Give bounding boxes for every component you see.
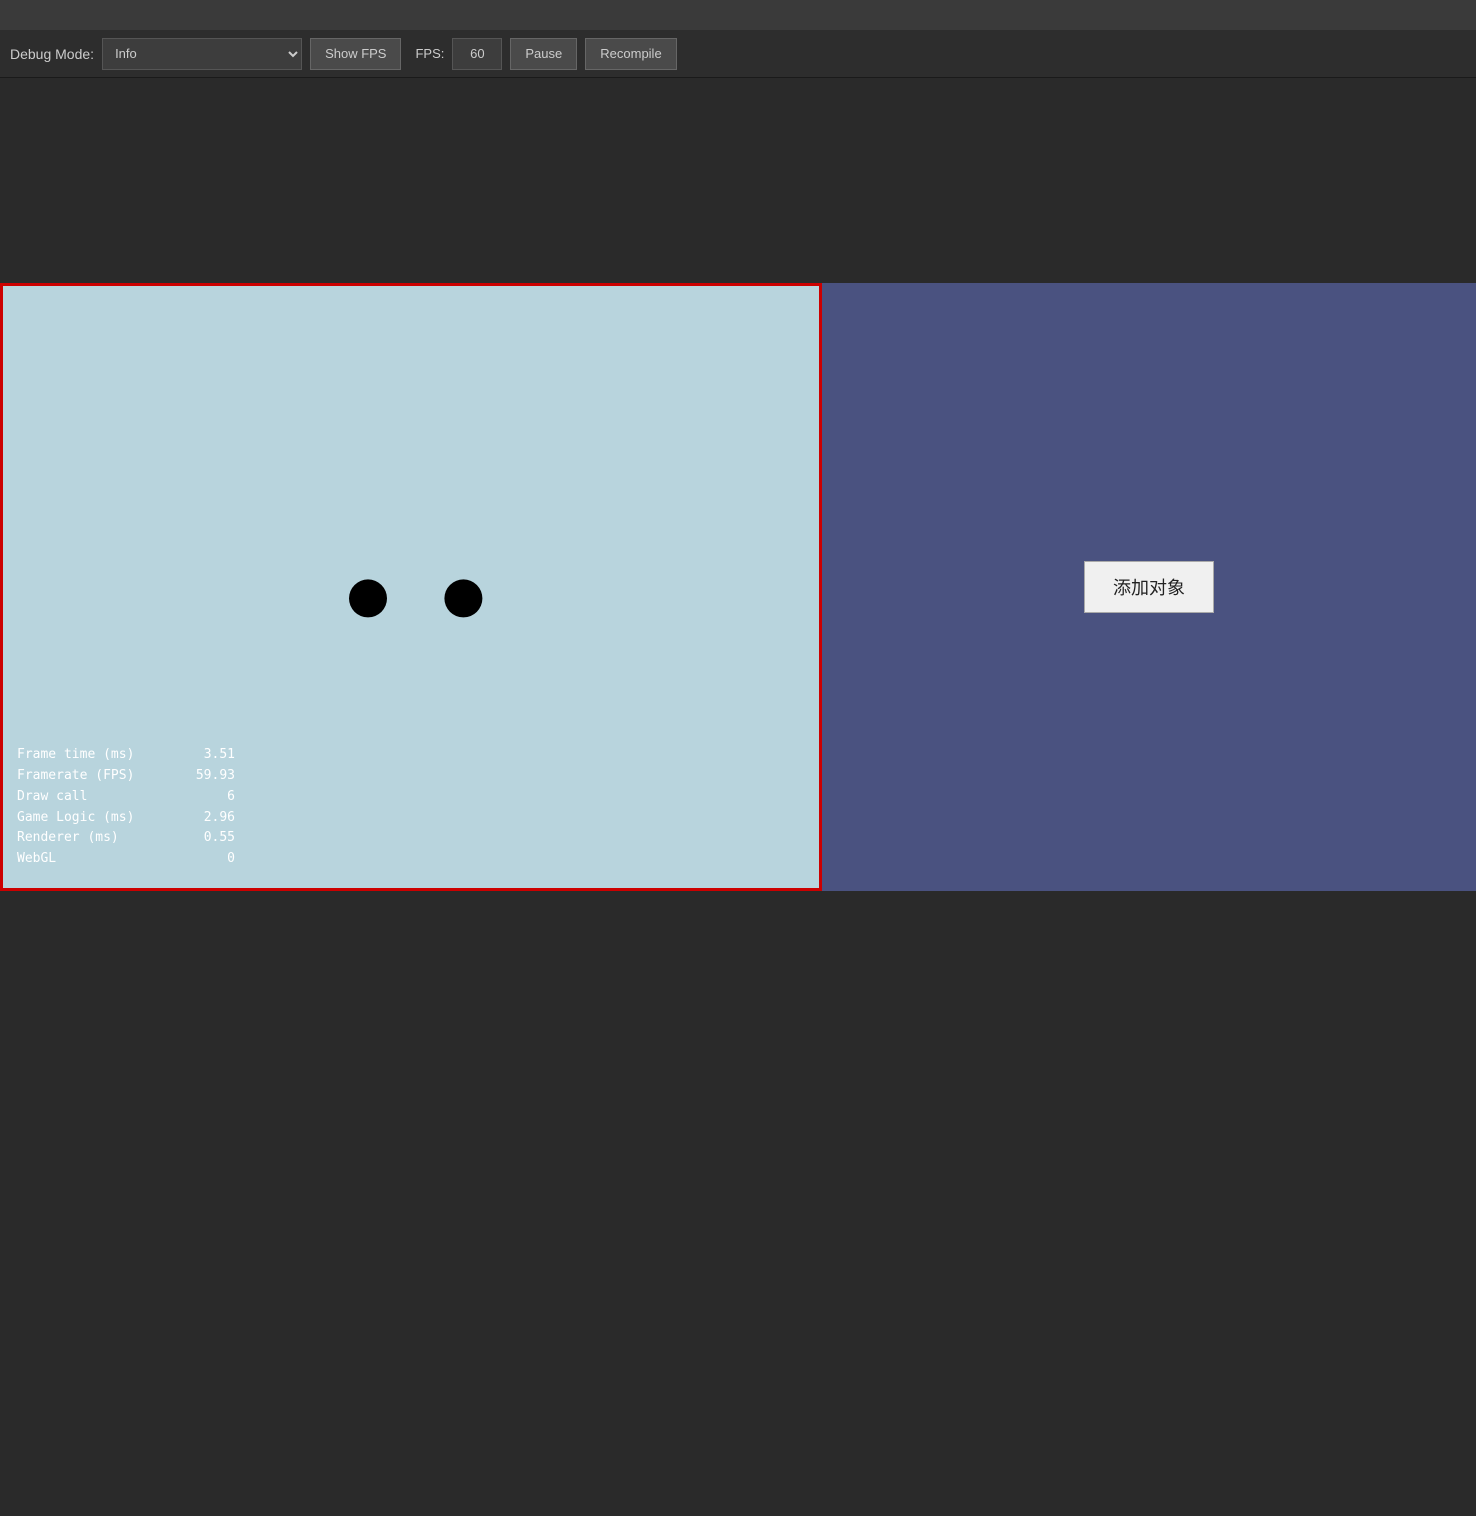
debug-value: 59.93 <box>185 766 235 787</box>
pause-button[interactable]: Pause <box>510 38 577 70</box>
debug-value: 0.55 <box>185 828 235 849</box>
recompile-button[interactable]: Recompile <box>585 38 676 70</box>
debug-key: Framerate (FPS) <box>17 766 177 787</box>
debug-value: 6 <box>185 787 235 808</box>
canvas-viewport[interactable]: Frame time (ms)3.51Framerate (FPS)59.93D… <box>0 283 822 891</box>
show-fps-button[interactable]: Show FPS <box>310 38 401 70</box>
top-spacer <box>0 78 1476 283</box>
debug-key: Frame time (ms) <box>17 745 177 766</box>
debug-key: WebGL <box>17 849 177 870</box>
debug-row: Frame time (ms) 3.51 <box>17 745 235 766</box>
circle-right <box>444 579 482 617</box>
debug-value: 0 <box>185 849 235 870</box>
debug-row: Draw call 6 <box>17 787 235 808</box>
debug-info-overlay: Frame time (ms)3.51Framerate (FPS)59.93D… <box>17 745 235 870</box>
toolbar: Debug Mode: Info Wireframe Overdraw MipM… <box>0 30 1476 78</box>
debug-row: Framerate (FPS) 59.93 <box>17 766 235 787</box>
debug-key: Renderer (ms) <box>17 828 177 849</box>
bottom-spacer <box>0 891 1476 1516</box>
debug-mode-label: Debug Mode: <box>10 46 94 62</box>
debug-row: Renderer (ms) 0.55 <box>17 828 235 849</box>
fps-input[interactable] <box>452 38 502 70</box>
browser-top-bar <box>0 0 1476 30</box>
debug-row: WebGL 0 <box>17 849 235 870</box>
debug-key: Game Logic (ms) <box>17 808 177 829</box>
right-panel: 添加对象 <box>822 283 1476 891</box>
add-object-button[interactable]: 添加对象 <box>1084 561 1214 613</box>
debug-value: 3.51 <box>185 745 235 766</box>
circle-left <box>349 579 387 617</box>
debug-value: 2.96 <box>185 808 235 829</box>
main-content: Frame time (ms)3.51Framerate (FPS)59.93D… <box>0 283 1476 891</box>
fps-label: FPS: <box>415 46 444 61</box>
debug-key: Draw call <box>17 787 177 808</box>
debug-mode-select[interactable]: Info Wireframe Overdraw MipMaps <box>102 38 302 70</box>
debug-row: Game Logic (ms) 2.96 <box>17 808 235 829</box>
